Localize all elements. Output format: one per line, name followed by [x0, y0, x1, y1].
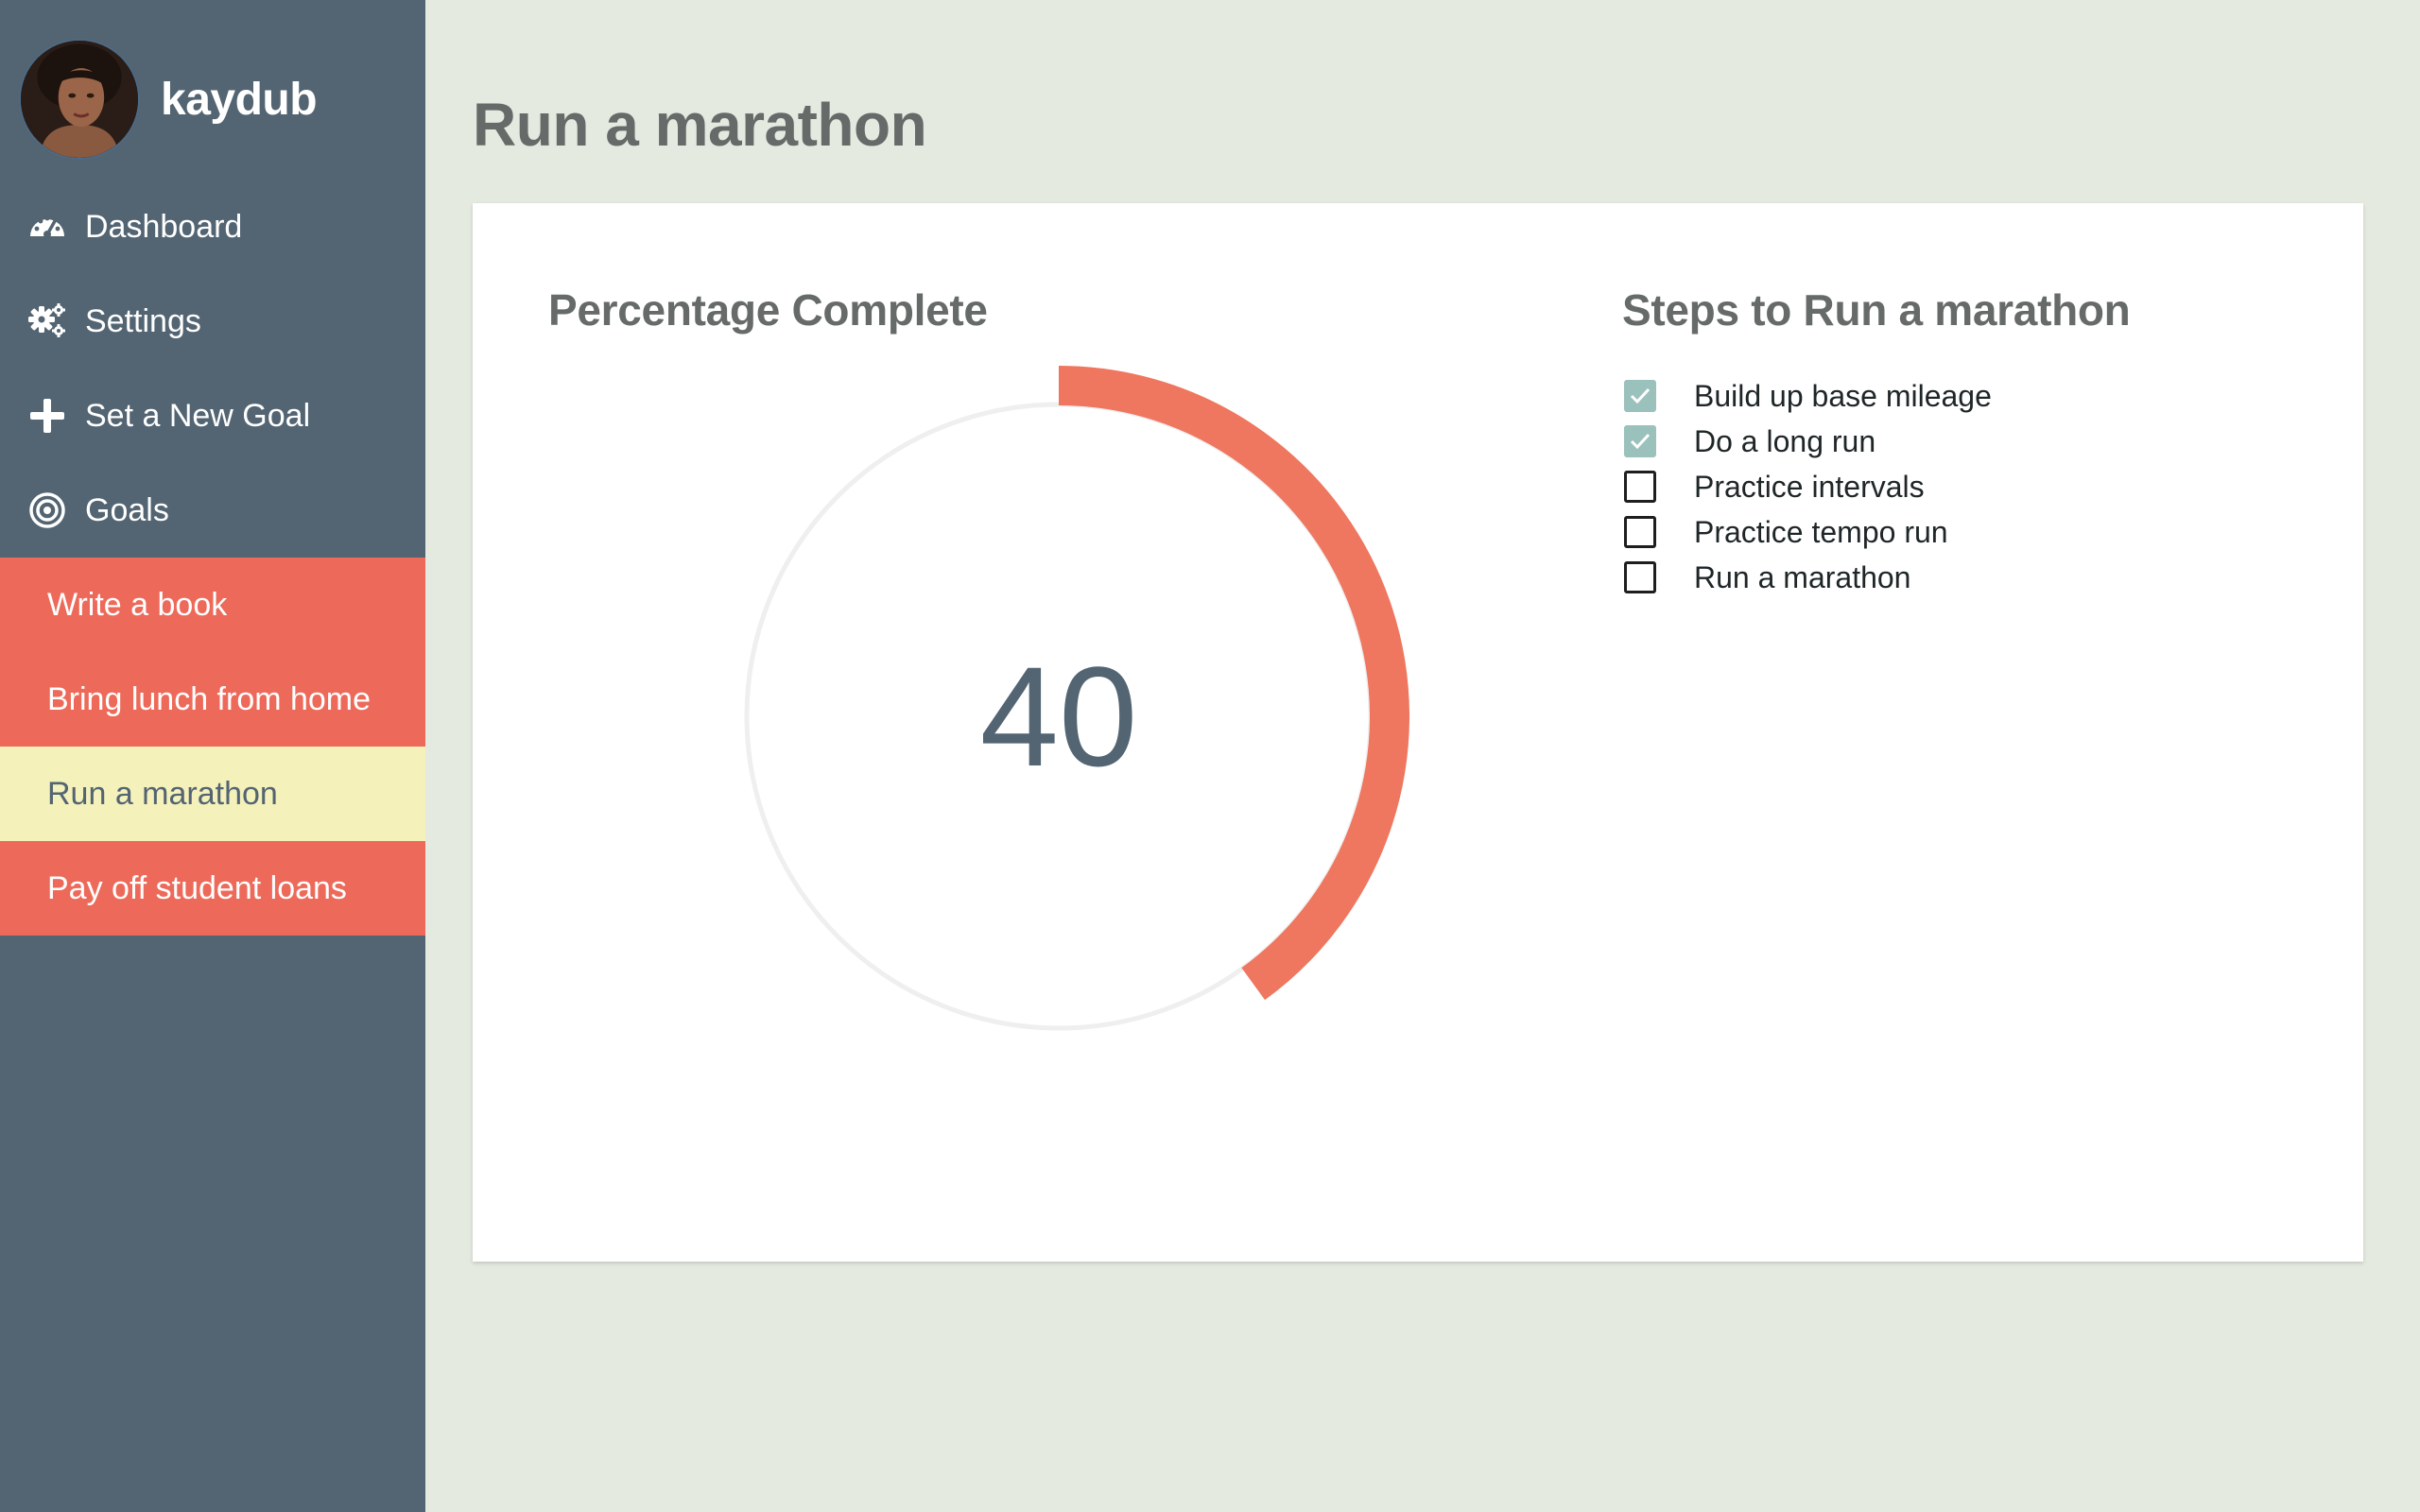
- sidebar-item-label: Settings: [85, 302, 201, 339]
- sidebar: kaydub Dashboard Settings Set a New Goal…: [0, 0, 425, 1512]
- user-profile: kaydub: [19, 38, 318, 161]
- sidebar-item-settings[interactable]: Settings: [0, 274, 425, 369]
- steps-list: Build up base mileage Do a long run Prac…: [1624, 373, 1992, 600]
- sidebar-item-label: Dashboard: [85, 208, 243, 245]
- page-title: Run a marathon: [473, 91, 927, 159]
- step-label: Run a marathon: [1694, 559, 1911, 594]
- step-label: Build up base mileage: [1694, 378, 1992, 413]
- sidebar-item-goals[interactable]: Goals: [0, 463, 425, 558]
- sidebar-item-label: Set a New Goal: [85, 397, 311, 434]
- step-item[interactable]: Practice intervals: [1624, 464, 1992, 509]
- goal-item-bring-lunch[interactable]: Bring lunch from home: [0, 652, 425, 747]
- progress-heading: Percentage Complete: [548, 285, 988, 335]
- goal-item-run-a-marathon[interactable]: Run a marathon: [0, 747, 425, 841]
- avatar[interactable]: [19, 39, 140, 160]
- step-item[interactable]: Build up base mileage: [1624, 373, 1992, 419]
- step-checkbox[interactable]: [1624, 516, 1656, 548]
- goal-item-write-a-book[interactable]: Write a book: [0, 558, 425, 652]
- goals-list: Write a book Bring lunch from home Run a…: [0, 558, 425, 936]
- step-label: Practice tempo run: [1694, 514, 1948, 549]
- goal-detail-card: Percentage Complete 40 Steps to Run a ma…: [473, 203, 2363, 1262]
- step-checkbox[interactable]: [1624, 561, 1656, 593]
- step-checkbox[interactable]: [1624, 425, 1656, 457]
- progress-value: 40: [979, 636, 1138, 796]
- sidebar-item-label: Goals: [85, 491, 169, 528]
- sidebar-nav: Dashboard Settings Set a New Goal Goals: [0, 180, 425, 558]
- target-icon: [26, 490, 68, 531]
- goal-item-pay-off-loans[interactable]: Pay off student loans: [0, 841, 425, 936]
- step-checkbox[interactable]: [1624, 380, 1656, 412]
- steps-heading: Steps to Run a marathon: [1622, 285, 2131, 335]
- step-label: Do a long run: [1694, 423, 1876, 458]
- dashboard-icon: [26, 206, 68, 248]
- step-item[interactable]: Run a marathon: [1624, 555, 1992, 600]
- plus-icon: [26, 395, 68, 437]
- step-item[interactable]: Practice tempo run: [1624, 509, 1992, 555]
- step-item[interactable]: Do a long run: [1624, 419, 1992, 464]
- gear-icon: [26, 301, 68, 342]
- sidebar-item-dashboard[interactable]: Dashboard: [0, 180, 425, 274]
- username: kaydub: [161, 74, 318, 125]
- check-icon: [1630, 387, 1651, 404]
- progress-ring: 40: [700, 357, 1418, 1075]
- step-label: Practice intervals: [1694, 469, 1925, 504]
- step-checkbox[interactable]: [1624, 471, 1656, 503]
- check-icon: [1630, 433, 1651, 450]
- sidebar-item-new-goal[interactable]: Set a New Goal: [0, 369, 425, 463]
